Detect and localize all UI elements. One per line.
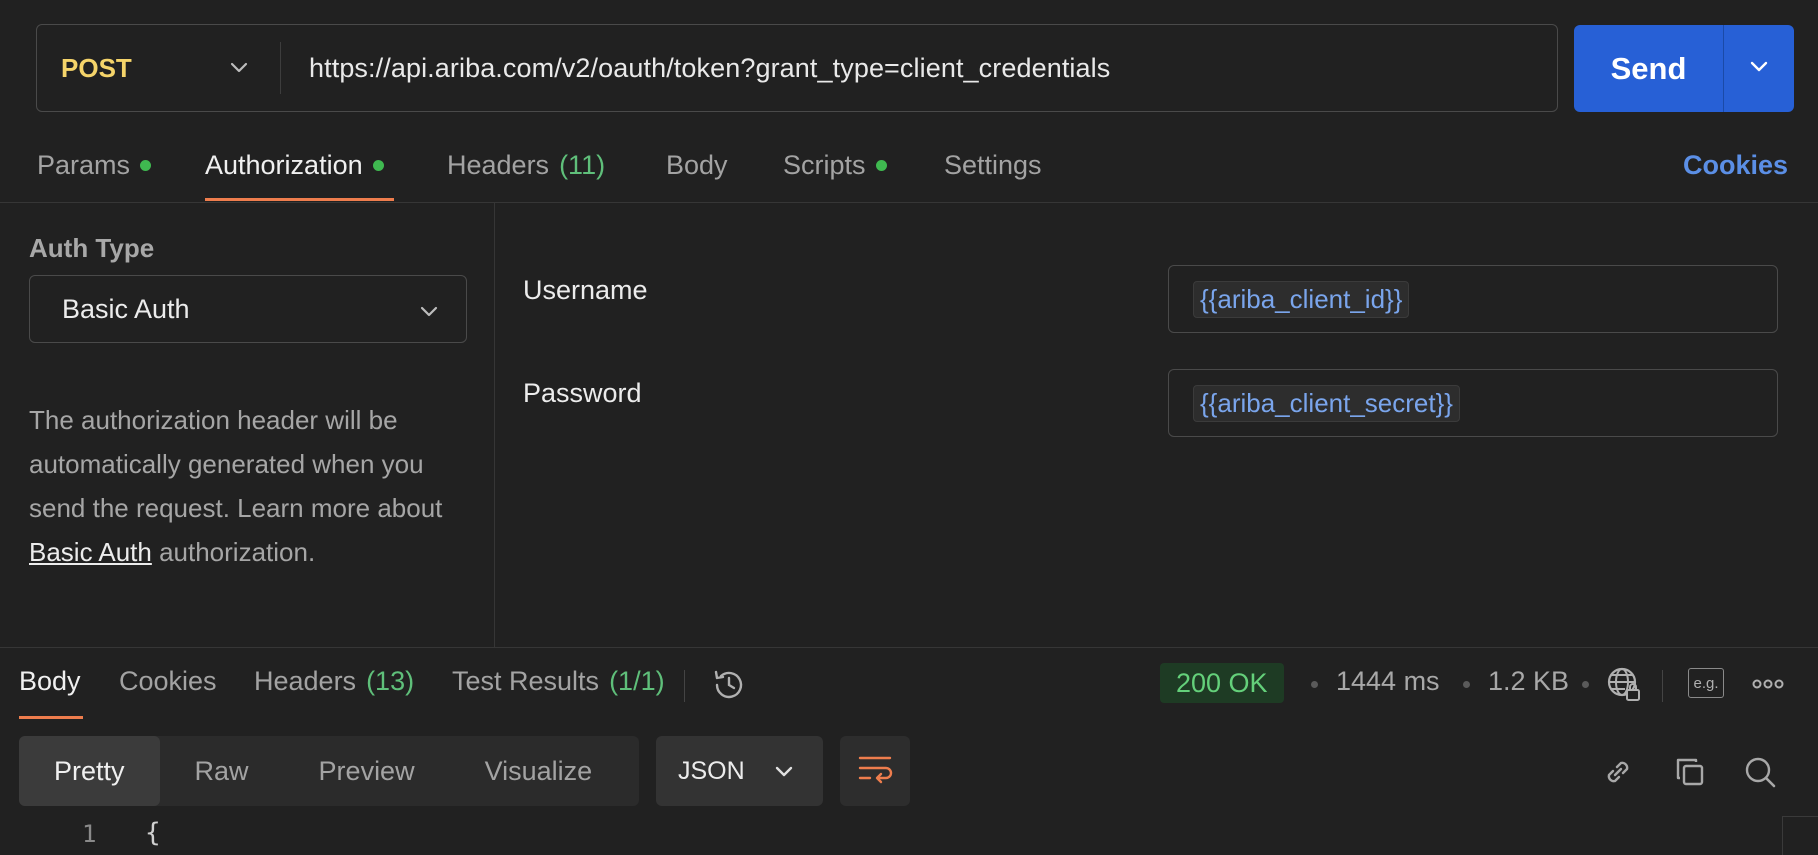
auth-type-select[interactable]: Basic Auth: [29, 275, 467, 343]
tab-label: Settings: [944, 150, 1042, 180]
separator-dot: [1582, 681, 1589, 688]
password-field[interactable]: {{ariba_client_secret}}: [1168, 369, 1778, 437]
response-tab-body[interactable]: Body: [19, 666, 81, 697]
response-time[interactable]: 1444 ms: [1336, 666, 1440, 697]
tab-label: Authorization: [205, 150, 363, 180]
line-number: 1: [82, 820, 97, 848]
separator-dot: [1311, 681, 1318, 688]
format-select[interactable]: JSON: [656, 736, 823, 806]
divider: [1662, 670, 1663, 702]
wrap-lines-icon: [856, 752, 894, 791]
tab-label: Cookies: [119, 666, 217, 696]
format-value: JSON: [678, 756, 745, 785]
username-variable: {{ariba_client_id}}: [1193, 280, 1410, 318]
auth-description-text: authorization.: [151, 537, 316, 567]
method-select[interactable]: POST: [37, 42, 281, 94]
auth-type-value: Basic Auth: [62, 293, 190, 324]
view-raw-button[interactable]: Raw: [160, 736, 284, 806]
tab-params[interactable]: Params: [37, 150, 152, 181]
response-tab-test-results[interactable]: Test Results (1/1): [452, 666, 665, 697]
tab-count: (1/1): [609, 666, 665, 696]
tab-label: Headers: [254, 666, 357, 696]
view-visualize-button[interactable]: Visualize: [450, 736, 628, 806]
chevron-down-icon: [773, 760, 795, 789]
wrap-lines-button[interactable]: [840, 736, 910, 806]
url-bar: POST https://api.ariba.com/v2/oauth/toke…: [36, 24, 1558, 112]
password-variable: {{ariba_client_secret}}: [1193, 384, 1460, 422]
send-button[interactable]: Send: [1574, 25, 1724, 112]
active-tab-indicator: [205, 198, 394, 201]
chevron-down-icon: [228, 56, 250, 83]
response-size[interactable]: 1.2 KB: [1488, 666, 1569, 697]
view-mode-group: Pretty Raw Preview Visualize: [19, 736, 639, 806]
tab-authorization[interactable]: Authorization: [205, 150, 384, 181]
copy-icon[interactable]: [1670, 752, 1710, 792]
method-label: POST: [61, 52, 132, 83]
globe-lock-icon[interactable]: [1604, 664, 1644, 704]
auth-type-label: Auth Type: [29, 233, 155, 263]
view-pretty-button[interactable]: Pretty: [19, 736, 160, 806]
status-badge[interactable]: 200 OK: [1160, 663, 1284, 703]
cookies-link[interactable]: Cookies: [1683, 150, 1788, 181]
tab-body[interactable]: Body: [666, 150, 728, 181]
more-icon[interactable]: [1750, 672, 1786, 696]
chevron-down-icon: [1747, 54, 1771, 83]
save-example-button[interactable]: e.g.: [1688, 668, 1724, 698]
history-icon[interactable]: [708, 664, 750, 706]
send-options-button[interactable]: [1724, 25, 1794, 112]
username-label: Username: [523, 275, 648, 305]
tab-label: Headers: [447, 150, 550, 180]
scrollbar[interactable]: [1782, 816, 1818, 855]
view-preview-button[interactable]: Preview: [284, 736, 450, 806]
username-field[interactable]: {{ariba_client_id}}: [1168, 265, 1778, 333]
modified-dot: [140, 160, 152, 171]
tab-headers[interactable]: Headers (11): [447, 150, 605, 181]
separator-dot: [1463, 681, 1470, 688]
tab-count: (13): [366, 666, 415, 696]
url-input[interactable]: https://api.ariba.com/v2/oauth/token?gra…: [281, 53, 1110, 84]
modified-dot: [875, 160, 887, 171]
tab-label: Test Results: [452, 666, 600, 696]
tab-scripts[interactable]: Scripts: [783, 150, 887, 181]
search-icon[interactable]: [1740, 752, 1780, 792]
response-tab-headers[interactable]: Headers (13): [254, 666, 414, 697]
divider: [0, 647, 1818, 648]
tab-settings[interactable]: Settings: [944, 150, 1042, 181]
tab-label: Body: [666, 150, 728, 180]
auth-description: The authorization header will be automat…: [29, 398, 469, 574]
response-tab-cookies[interactable]: Cookies: [119, 666, 217, 697]
active-tab-indicator: [19, 716, 83, 719]
tab-label: Params: [37, 150, 131, 180]
auth-description-text: The authorization header will be automat…: [29, 405, 443, 523]
link-icon[interactable]: [1598, 752, 1638, 792]
send-button-group: Send: [1574, 25, 1794, 112]
password-label: Password: [523, 378, 642, 408]
tab-label: Scripts: [783, 150, 866, 180]
chevron-down-icon: [418, 298, 440, 329]
divider: [494, 203, 495, 647]
code-line[interactable]: {: [145, 818, 161, 848]
divider: [0, 202, 1818, 203]
divider: [684, 670, 685, 702]
tab-count: (11): [559, 150, 606, 180]
modified-dot: [372, 160, 384, 171]
tab-label: Body: [19, 666, 81, 696]
basic-auth-link[interactable]: Basic Auth: [29, 537, 152, 567]
